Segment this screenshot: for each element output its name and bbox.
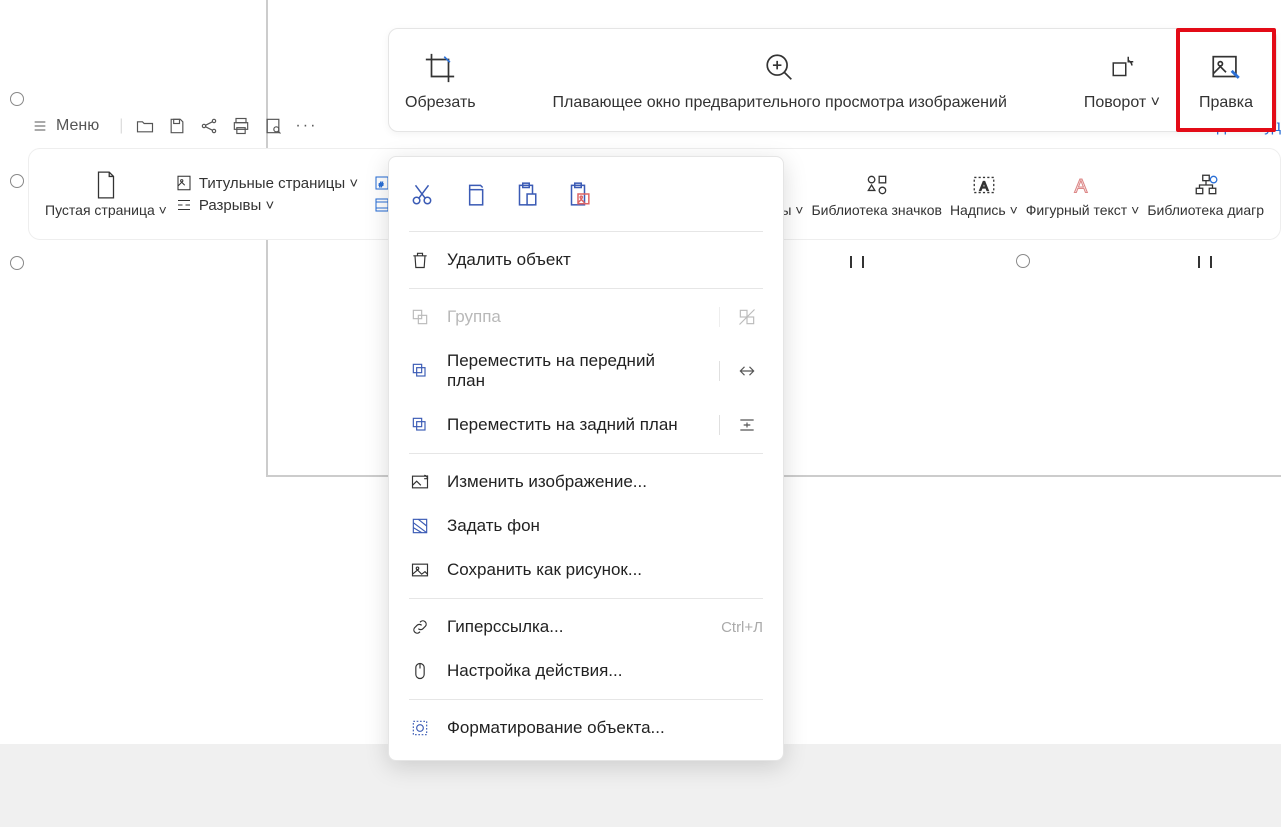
icon-library-label: Библиотека значков: [811, 202, 941, 218]
breaks-label: Разрывы ˅: [199, 197, 274, 214]
cm-delete-label: Удалить объект: [447, 250, 763, 270]
distribute-icon[interactable]: [719, 415, 763, 435]
title-pages-button[interactable]: Титульные страницы ˅: [175, 174, 358, 192]
cm-change-image-label: Изменить изображение...: [447, 472, 763, 492]
save-image-icon: [409, 560, 431, 580]
svg-text:#: #: [379, 180, 384, 189]
app-menubar: Меню | ···: [24, 108, 317, 144]
diagram-library-button[interactable]: Библиотека диагр: [1147, 170, 1264, 218]
rotate-label: Поворот ˅: [1084, 94, 1160, 112]
svg-text:A: A: [980, 178, 989, 193]
selection-handle[interactable]: [1016, 254, 1030, 268]
save-icon[interactable]: [167, 116, 187, 136]
ruler-tick: [850, 256, 852, 268]
selection-handle[interactable]: [10, 174, 24, 188]
align-icon[interactable]: [719, 361, 763, 381]
cm-format-object[interactable]: Форматирование объекта...: [389, 706, 783, 750]
cm-send-back-label: Переместить на задний план: [447, 415, 695, 435]
cm-hyperlink-label: Гиперссылка...: [447, 617, 705, 637]
cm-bring-front-label: Переместить на передний план: [447, 351, 695, 391]
crop-label: Обрезать: [405, 94, 476, 112]
ruler-tick: [862, 256, 864, 268]
cm-change-image[interactable]: Изменить изображение...: [389, 460, 783, 504]
cm-set-bg-label: Задать фон: [447, 516, 763, 536]
page-icon: [93, 170, 119, 200]
cut-icon[interactable]: [409, 181, 435, 207]
format-object-icon: [409, 718, 431, 738]
paste-image-icon[interactable]: [565, 181, 591, 207]
print-icon[interactable]: [231, 116, 251, 136]
cm-hyperlink[interactable]: Гиперссылка... Ctrl+Л: [389, 605, 783, 649]
magnify-plus-icon: [763, 48, 797, 88]
context-menu: Удалить объект Группа Переместить на пер…: [388, 156, 784, 761]
preview-label: Плавающее окно предварительного просмотр…: [553, 94, 1007, 112]
change-image-icon: [409, 472, 431, 492]
icon-library-icon: [864, 170, 890, 200]
image-tools-toolbar: Обрезать Плавающее окно предварительного…: [388, 28, 1277, 132]
crop-icon: [423, 48, 457, 88]
cm-send-back[interactable]: Переместить на задний план: [389, 403, 783, 447]
bring-front-icon: [409, 361, 431, 381]
cm-group: Группа: [389, 295, 783, 339]
mouse-icon: [409, 661, 431, 681]
open-folder-icon[interactable]: [135, 116, 155, 136]
svg-text:A: A: [1074, 176, 1087, 198]
breaks-button[interactable]: Разрывы ˅: [175, 196, 358, 214]
selection-handle[interactable]: [10, 92, 24, 106]
group-icon: [409, 307, 431, 327]
link-icon: [409, 617, 431, 637]
cm-bring-front[interactable]: Переместить на передний план: [389, 339, 783, 403]
wordart-icon: A: [1070, 170, 1096, 200]
cm-hyperlink-shortcut: Ctrl+Л: [721, 619, 763, 636]
edit-label: Правка: [1199, 94, 1253, 112]
send-back-icon: [409, 415, 431, 435]
crop-button[interactable]: Обрезать: [389, 29, 492, 131]
cm-format-label: Форматирование объекта...: [447, 718, 763, 738]
background-icon: [409, 516, 431, 536]
paste-icon[interactable]: [513, 181, 539, 207]
cm-save-as-image[interactable]: Сохранить как рисунок...: [389, 548, 783, 592]
title-pages-label: Титульные страницы ˅: [199, 175, 358, 192]
preview-button[interactable]: Плавающее окно предварительного просмотр…: [492, 29, 1068, 131]
cm-delete-object[interactable]: Удалить объект: [389, 238, 783, 282]
diagram-icon: [1193, 170, 1219, 200]
textbox-button[interactable]: A Надпись ˅: [950, 170, 1018, 218]
blank-page-label: Пустая страница ˅: [45, 202, 167, 218]
wordart-button[interactable]: A Фигурный текст ˅: [1026, 170, 1140, 218]
textbox-icon: A: [971, 170, 997, 200]
copy-icon[interactable]: [461, 181, 487, 207]
share-icon[interactable]: [199, 116, 219, 136]
print-preview-icon[interactable]: [263, 116, 283, 136]
more-icon[interactable]: ···: [295, 117, 317, 135]
menu-button[interactable]: Меню: [24, 113, 107, 139]
cm-save-image-label: Сохранить как рисунок...: [447, 560, 763, 580]
ungroup-icon: [719, 307, 763, 327]
image-edit-icon: [1209, 48, 1243, 88]
wordart-label: Фигурный текст ˅: [1026, 202, 1140, 218]
icon-library-button[interactable]: Библиотека значков: [811, 170, 941, 218]
cm-action-settings[interactable]: Настройка действия...: [389, 649, 783, 693]
textbox-label: Надпись ˅: [950, 202, 1018, 218]
trash-icon: [409, 250, 431, 270]
selection-handle[interactable]: [10, 256, 24, 270]
menu-label: Меню: [56, 117, 99, 135]
cm-action-label: Настройка действия...: [447, 661, 763, 681]
ruler-tick: [1198, 256, 1200, 268]
edit-button[interactable]: Правка: [1199, 32, 1253, 128]
rotate-button[interactable]: Поворот ˅: [1068, 29, 1176, 131]
rotate-icon: [1107, 48, 1137, 88]
cm-set-bg[interactable]: Задать фон: [389, 504, 783, 548]
diagram-library-label: Библиотека диагр: [1147, 202, 1264, 218]
blank-page-button[interactable]: Пустая страница ˅: [45, 170, 167, 218]
cm-group-label: Группа: [447, 307, 695, 327]
edit-highlight: Правка: [1176, 28, 1276, 132]
ruler-tick: [1210, 256, 1212, 268]
